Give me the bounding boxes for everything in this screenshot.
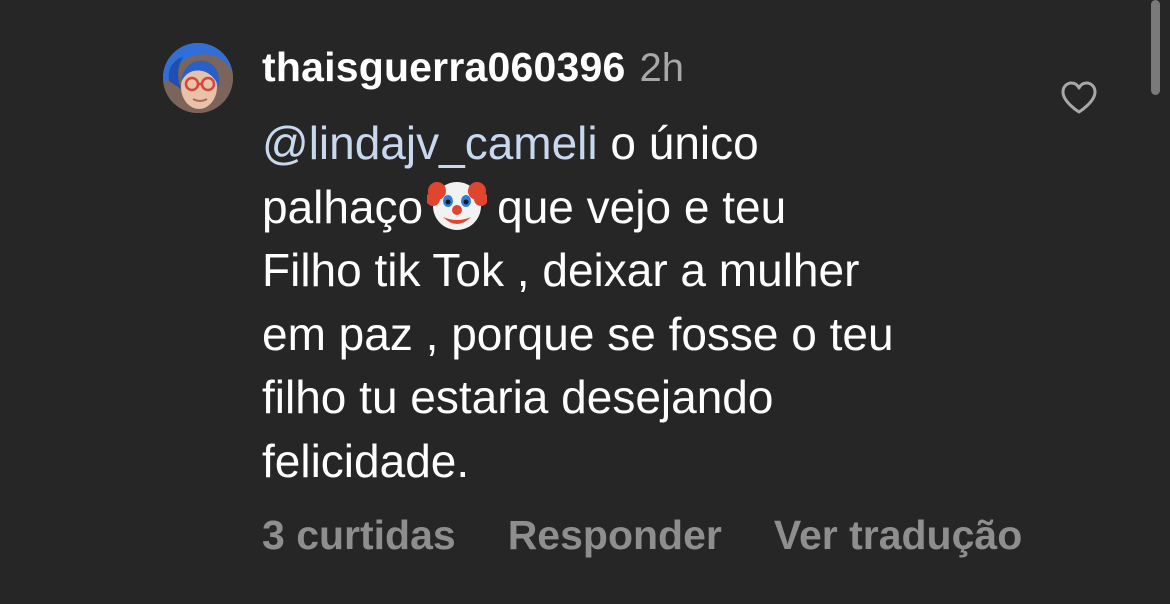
comment-text-fragment: o único — [597, 117, 759, 169]
comment-text-fragment: palhaço — [262, 180, 424, 233]
username-link[interactable]: thaisguerra060396 — [262, 44, 626, 91]
comment-item: thaisguerra060396 2h @lindajv_cameli o ú… — [0, 0, 1170, 604]
user-avatar-icon[interactable] — [163, 43, 233, 113]
likes-count-button[interactable]: 3 curtidas — [262, 512, 456, 559]
comment-timestamp: 2h — [639, 46, 685, 90]
translate-button[interactable]: Ver tradução — [774, 512, 1022, 559]
comment-text: @lindajv_cameli o único palhaço que vejo… — [262, 112, 1042, 493]
clown-face-icon — [426, 177, 489, 233]
reply-button[interactable]: Responder — [508, 512, 722, 559]
comment-actions: 3 curtidas Responder Ver tradução — [262, 512, 1022, 559]
mention-link[interactable]: @lindajv_cameli — [262, 117, 598, 169]
comment-line: em paz , porque se fosse o teu — [262, 307, 894, 360]
comment-line: felicidade. — [262, 434, 470, 487]
comment-line: Filho tik Tok , deixar a mulher — [262, 244, 860, 296]
comment-line: @lindajv_cameli o único — [262, 112, 1042, 176]
comment-text-fragment: que vejo e teu — [497, 180, 787, 233]
comment-header: thaisguerra060396 2h — [262, 44, 684, 100]
comment-line: filho tu estaria desejando — [262, 371, 774, 423]
heart-outline-icon[interactable] — [1060, 80, 1098, 116]
scrollbar[interactable] — [1151, 0, 1160, 95]
comment-line: palhaço que vejo e teu — [262, 176, 1042, 240]
